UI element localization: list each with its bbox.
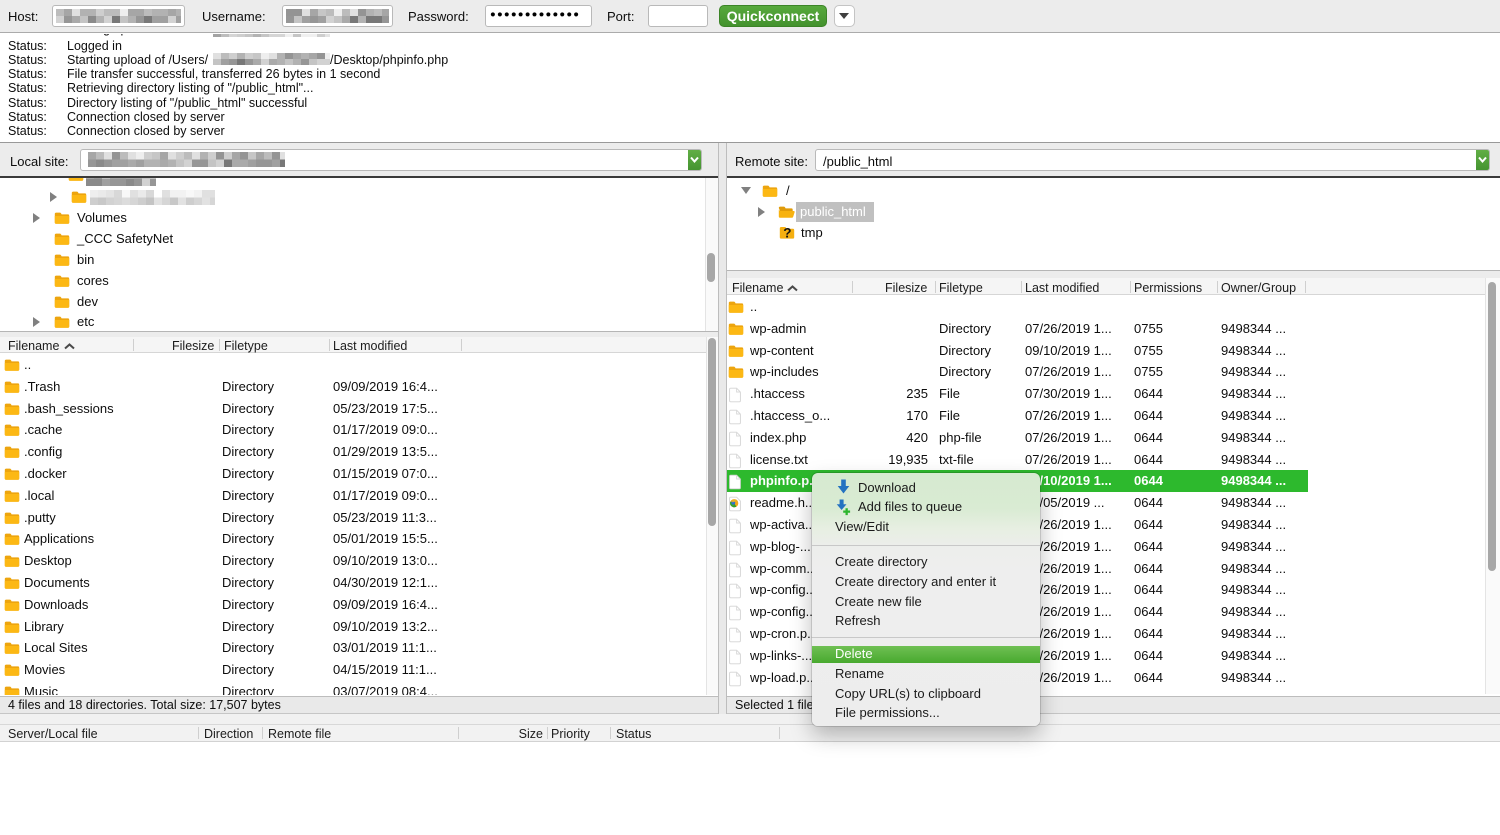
svg-text:?: ? [783, 226, 791, 240]
